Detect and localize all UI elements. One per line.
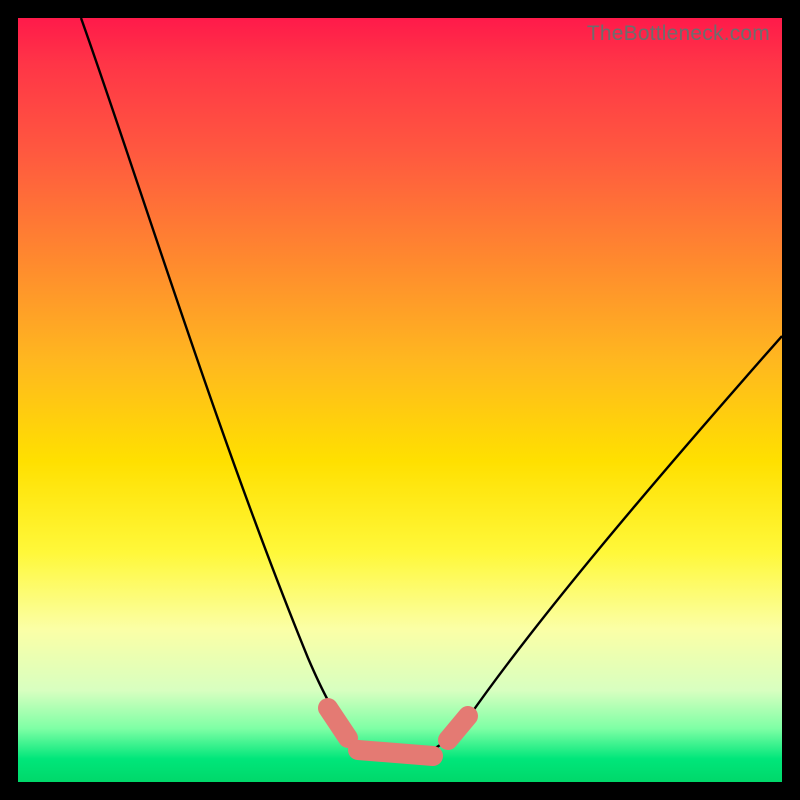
- chart-panel: TheBottleneck.com: [18, 18, 782, 782]
- bottleneck-chart: [18, 18, 782, 782]
- chart-line: [81, 18, 782, 756]
- watermark-text: TheBottleneck.com: [587, 22, 770, 46]
- chart-markers: [328, 708, 468, 756]
